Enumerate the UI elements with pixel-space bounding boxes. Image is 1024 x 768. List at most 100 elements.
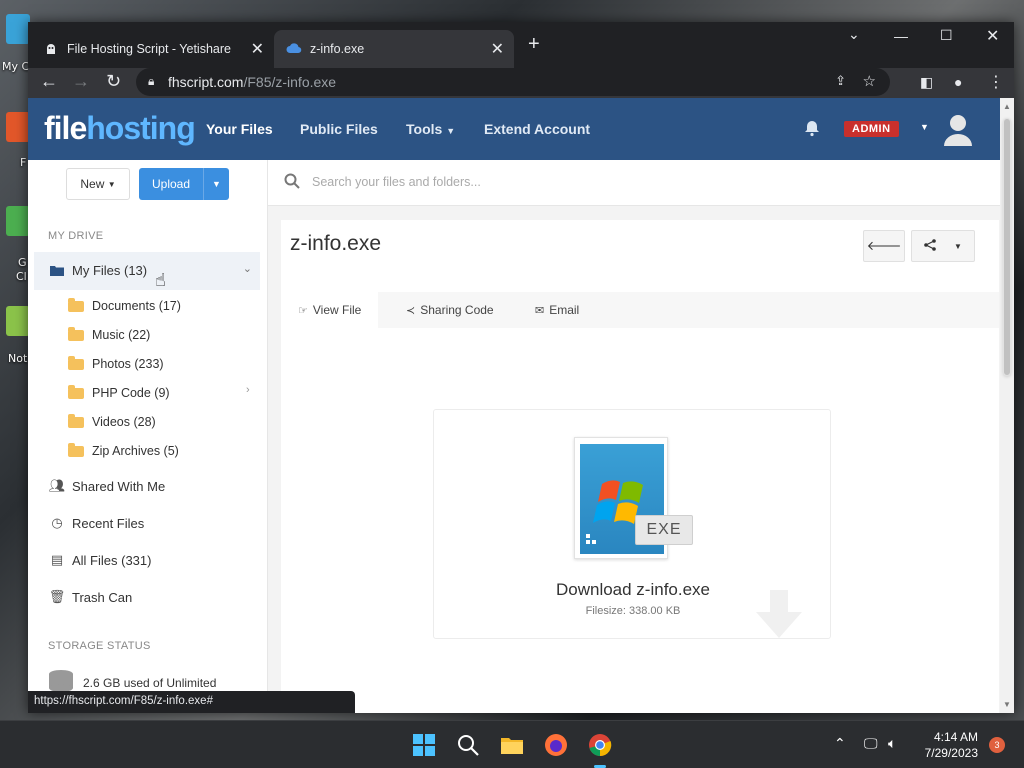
- system-clock[interactable]: 4:14 AM 7/29/2023: [925, 729, 978, 761]
- bell-icon[interactable]: [803, 119, 821, 142]
- upload-button-label: Upload: [152, 177, 191, 191]
- windows-start-icon[interactable]: [412, 733, 436, 757]
- chevron-down-icon[interactable]: ⌄: [243, 262, 252, 275]
- folder-icon: [68, 413, 84, 428]
- browser-tab-file[interactable]: z-info.exe ✕: [274, 30, 514, 68]
- my-drive-heading: MY DRIVE: [48, 230, 104, 242]
- nav-your-files[interactable]: Your Files: [206, 121, 273, 137]
- clock-date: 7/29/2023: [924, 746, 978, 760]
- desktop-icon-computer[interactable]: [6, 14, 30, 44]
- nav-public-files[interactable]: Public Files: [300, 121, 378, 137]
- folder-label: Videos (28): [92, 415, 156, 429]
- back-arrow-icon[interactable]: ←: [40, 71, 58, 92]
- firefox-icon[interactable]: [544, 733, 568, 757]
- network-icon[interactable]: 🖵: [864, 735, 878, 752]
- close-tab-icon[interactable]: ✕: [491, 39, 504, 59]
- url-path: /F85/z-info.exe: [243, 74, 337, 90]
- scrollbar-thumb[interactable]: [1003, 118, 1011, 376]
- file-panel: z-info.exe 🡐 ▼ ☞ View File ≺ Sharing Code …: [281, 220, 999, 713]
- my-files-row: My Files (13): [48, 263, 147, 278]
- file-extension-badge: EXE: [635, 515, 693, 545]
- download-card[interactable]: EXE Download z-info.exe Filesize: 338.00…: [433, 409, 831, 639]
- nav-extend-account[interactable]: Extend Account: [484, 121, 590, 137]
- side-panel-icon[interactable]: ◧: [920, 74, 933, 91]
- status-url: https://fhscript.com/F85/z-info.exe#: [28, 691, 355, 713]
- desktop-icon-label: F: [20, 156, 27, 169]
- star-icon[interactable]: ☆: [863, 72, 876, 90]
- sidebar-item-recent[interactable]: ◷ Recent Files: [48, 515, 144, 531]
- folder-icon: [68, 326, 84, 341]
- share-icon: ≺: [406, 304, 416, 317]
- caret-down-icon[interactable]: ▼: [920, 122, 929, 132]
- close-window-icon[interactable]: ✕: [986, 26, 999, 46]
- chevron-down-icon[interactable]: ⌄: [848, 26, 860, 43]
- search-input[interactable]: Search your files and folders...: [312, 175, 481, 189]
- url-bar[interactable]: 🔒︎ fhscript.com/F85/z-info.exe ⇪ ☆: [136, 68, 890, 96]
- folder-videos[interactable]: Videos (28): [68, 413, 156, 429]
- sidebar-item-my-files[interactable]: My Files (13) ⌄: [34, 252, 260, 290]
- new-button[interactable]: New ▼: [66, 168, 130, 200]
- chevron-up-icon[interactable]: ⌃: [834, 735, 846, 752]
- desktop-icon-label: My C: [2, 60, 30, 73]
- search-icon[interactable]: [456, 733, 480, 757]
- folder-documents[interactable]: Documents (17): [68, 297, 181, 313]
- folder-php-code[interactable]: PHP Code (9): [68, 384, 170, 400]
- lock-icon: 🔒︎: [148, 74, 155, 88]
- desktop-icon-office[interactable]: [6, 112, 30, 142]
- chevron-right-icon[interactable]: ›: [246, 384, 250, 396]
- caret-down-icon: ▼: [954, 241, 962, 251]
- site-logo[interactable]: filehosting: [44, 110, 196, 147]
- tab-label: Sharing Code: [420, 303, 494, 317]
- share-icon[interactable]: ⇪: [835, 73, 846, 89]
- folder-label: Photos (233): [92, 357, 164, 371]
- envelope-icon: ✉: [535, 304, 545, 317]
- users-icon: 👥︎: [48, 478, 66, 493]
- nav-tools[interactable]: Tools ▼: [406, 121, 455, 137]
- browser-tab-home[interactable]: File Hosting Script - Yetishare ✕: [32, 30, 274, 68]
- caret-down-icon[interactable]: ▼: [203, 168, 229, 200]
- desktop-icon-chrome[interactable]: [6, 206, 30, 236]
- sidebar-item-shared[interactable]: 👥︎ Shared With Me: [48, 478, 165, 494]
- address-bar-row: ← → ↻ 🔒︎ fhscript.com/F85/z-info.exe ⇪ ☆…: [28, 68, 1014, 98]
- clock-time: 4:14 AM: [933, 730, 978, 744]
- url-host: fhscript.com: [168, 74, 244, 90]
- close-tab-icon[interactable]: ✕: [251, 39, 264, 59]
- new-tab-icon[interactable]: +: [528, 33, 540, 56]
- page-scrollbar[interactable]: ▲ ▼: [1000, 98, 1014, 713]
- sidebar: New ▼ Upload ▼ MY DRIVE My Files (13) ⌄ ☝…: [28, 160, 268, 713]
- desktop-icon-label: Not: [8, 352, 28, 365]
- volume-icon[interactable]: 🔈︎: [888, 735, 896, 752]
- sidebar-item-label: Shared With Me: [72, 478, 166, 494]
- back-button[interactable]: 🡐: [863, 230, 905, 262]
- reload-icon[interactable]: ↻: [106, 71, 121, 92]
- upload-button[interactable]: Upload ▼: [139, 168, 229, 200]
- folder-music[interactable]: Music (22): [68, 326, 150, 342]
- notification-badge[interactable]: 3: [989, 737, 1005, 753]
- taskbar: ⌃ 🖵 🔈︎ 4:14 AM 7/29/2023 3: [0, 720, 1024, 768]
- profile-icon[interactable]: ●: [954, 74, 962, 90]
- user-avatar-icon[interactable]: [942, 112, 974, 151]
- page-title: z-info.exe: [290, 232, 382, 255]
- search-bar[interactable]: Search your files and folders...: [268, 160, 1000, 206]
- menu-dots-icon[interactable]: ⋮: [988, 72, 1004, 92]
- sidebar-item-trash[interactable]: 🗑︎ Trash Can: [48, 589, 132, 605]
- file-explorer-icon[interactable]: [500, 733, 524, 757]
- minimize-icon[interactable]: —: [894, 28, 908, 44]
- maximize-icon[interactable]: ☐: [940, 27, 953, 44]
- folder-photos[interactable]: Photos (233): [68, 355, 164, 371]
- sidebar-item-label: Recent Files: [72, 515, 145, 531]
- chrome-icon[interactable]: [588, 733, 612, 757]
- desktop-icon-notepad[interactable]: [6, 306, 30, 336]
- scroll-down-icon[interactable]: ▼: [1003, 700, 1011, 709]
- sidebar-item-all-files[interactable]: ▤ All Files (331): [48, 552, 152, 568]
- forward-arrow-icon[interactable]: →: [72, 71, 90, 92]
- trash-icon: 🗑︎: [48, 589, 66, 604]
- tab-sharing-code[interactable]: ≺ Sharing Code: [389, 292, 511, 328]
- tab-email[interactable]: ✉ Email: [518, 292, 596, 328]
- yetishare-icon: [44, 42, 58, 56]
- folder-zip-archives[interactable]: Zip Archives (5): [68, 442, 179, 458]
- scroll-up-icon[interactable]: ▲: [1003, 102, 1011, 111]
- admin-badge[interactable]: ADMIN: [844, 121, 899, 137]
- share-button[interactable]: ▼: [911, 230, 975, 262]
- tab-view-file[interactable]: ☞ View File: [281, 292, 379, 328]
